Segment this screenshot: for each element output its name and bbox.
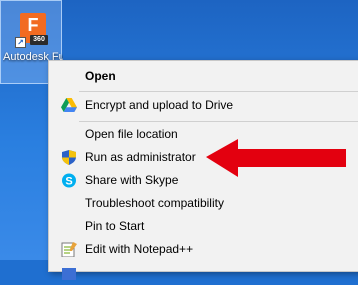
menu-item-partial[interactable] <box>49 261 358 283</box>
annotation-arrow-icon <box>206 139 346 177</box>
app-icon <box>61 265 77 280</box>
